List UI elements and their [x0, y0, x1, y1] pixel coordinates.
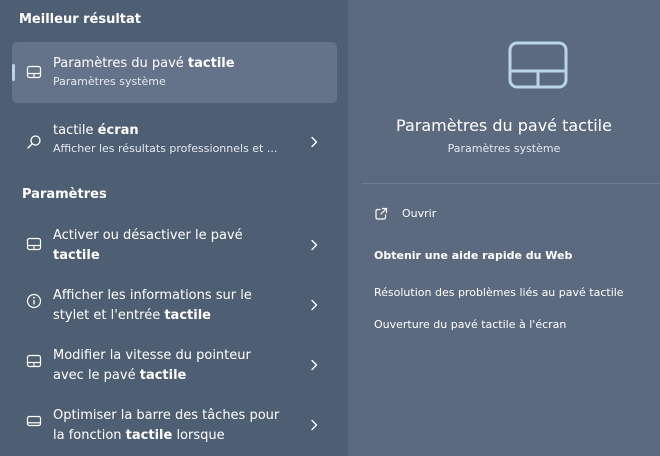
touchpad-icon: [26, 237, 42, 251]
best-match-item[interactable]: Paramètres du pavé tactile Paramètres sy…: [12, 42, 337, 103]
search-icon: [27, 135, 41, 149]
results-pane: Meilleur résultat Paramètres du pavé tac…: [0, 0, 348, 456]
item-line-1: Modifier la vitesse du pointeur: [53, 348, 251, 363]
chevron-right-icon: [311, 299, 318, 311]
divider: [362, 183, 660, 184]
selection-indicator: [12, 64, 15, 81]
taskbar-icon: [26, 415, 42, 427]
item-line-1: Activer ou désactiver le pavé: [53, 228, 243, 243]
settings-result-item[interactable]: Activer ou désactiver le pavé tactile: [12, 218, 337, 274]
web-search-item[interactable]: tactile écran Afficher les résultats pro…: [12, 114, 337, 170]
chevron-right-icon: [311, 359, 318, 371]
item-line-2: avec le pavé tactile: [53, 368, 187, 383]
chevron-right-icon: [311, 419, 318, 431]
settings-result-item[interactable]: Afficher les informations sur le stylet …: [12, 278, 337, 334]
best-match-heading: Meilleur résultat: [19, 12, 142, 27]
settings-heading: Paramètres: [22, 187, 107, 202]
chevron-right-icon: [311, 136, 318, 148]
web-search-title: tactile écran: [53, 123, 139, 138]
chevron-right-icon: [311, 239, 318, 251]
open-external-icon[interactable]: [374, 207, 388, 221]
best-match-title: Paramètres du pavé tactile: [53, 56, 235, 71]
item-line-1: Afficher les informations sur le: [53, 288, 252, 303]
web-help-link[interactable]: Résolution des problèmes liés au pavé ta…: [374, 286, 624, 299]
touchpad-icon: [26, 65, 42, 79]
item-line-2: stylet et l'entrée tactile: [53, 308, 211, 323]
web-help-link[interactable]: Ouverture du pavé tactile à l'écran: [374, 318, 566, 331]
touchpad-icon: [508, 41, 568, 89]
item-line-1: Optimiser la barre des tâches pour: [53, 408, 280, 423]
settings-result-item[interactable]: Modifier la vitesse du pointeur avec le …: [12, 338, 337, 394]
settings-result-item[interactable]: Optimiser la barre des tâches pour la fo…: [12, 398, 337, 454]
best-match-subtitle: Paramètres système: [53, 75, 166, 88]
item-line-2: tactile: [53, 248, 100, 263]
preview-pane: Paramètres du pavé tactile Paramètres sy…: [348, 0, 660, 456]
web-search-subtitle: Afficher les résultats professionnels et…: [53, 142, 278, 155]
preview-title: Paramètres du pavé tactile: [396, 116, 612, 135]
web-help-heading: Obtenir une aide rapide du Web: [374, 249, 573, 262]
touchpad-icon: [26, 354, 42, 368]
info-icon: [26, 293, 42, 309]
open-button[interactable]: Ouvrir: [402, 207, 436, 220]
item-line-2: la fonction tactile lorsque: [53, 428, 225, 443]
preview-subtitle: Paramètres système: [447, 142, 561, 155]
